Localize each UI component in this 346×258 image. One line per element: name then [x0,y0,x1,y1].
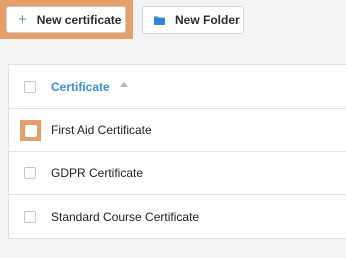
new-folder-label: New Folder [175,13,240,27]
sort-up-icon[interactable] [120,82,128,87]
certificate-name[interactable]: First Aid Certificate [51,123,152,137]
table-row[interactable]: GDPR Certificate [9,152,346,195]
table-row[interactable]: First Aid Certificate [9,109,346,152]
certificates-table: Certificate First Aid Certificate GDPR C… [8,64,346,239]
column-header-certificate[interactable]: Certificate [51,80,110,94]
plus-icon: + [18,11,27,28]
row-checkbox[interactable] [24,167,36,179]
row-checkbox[interactable] [24,124,37,137]
toolbar: + New certificate New Folder [0,0,346,42]
folder-icon [154,16,165,25]
table-header-row: Certificate [9,65,346,109]
row-checkbox-highlight [20,120,41,141]
select-all-checkbox[interactable] [24,81,36,93]
certificate-name[interactable]: Standard Course Certificate [51,210,199,224]
new-certificate-label: New certificate [36,12,122,27]
row-checkbox[interactable] [24,211,36,223]
certificate-name[interactable]: GDPR Certificate [51,166,143,180]
new-folder-button[interactable]: New Folder [142,6,244,34]
new-certificate-button[interactable]: + New certificate [6,6,126,33]
table-row[interactable]: Standard Course Certificate [9,195,346,239]
